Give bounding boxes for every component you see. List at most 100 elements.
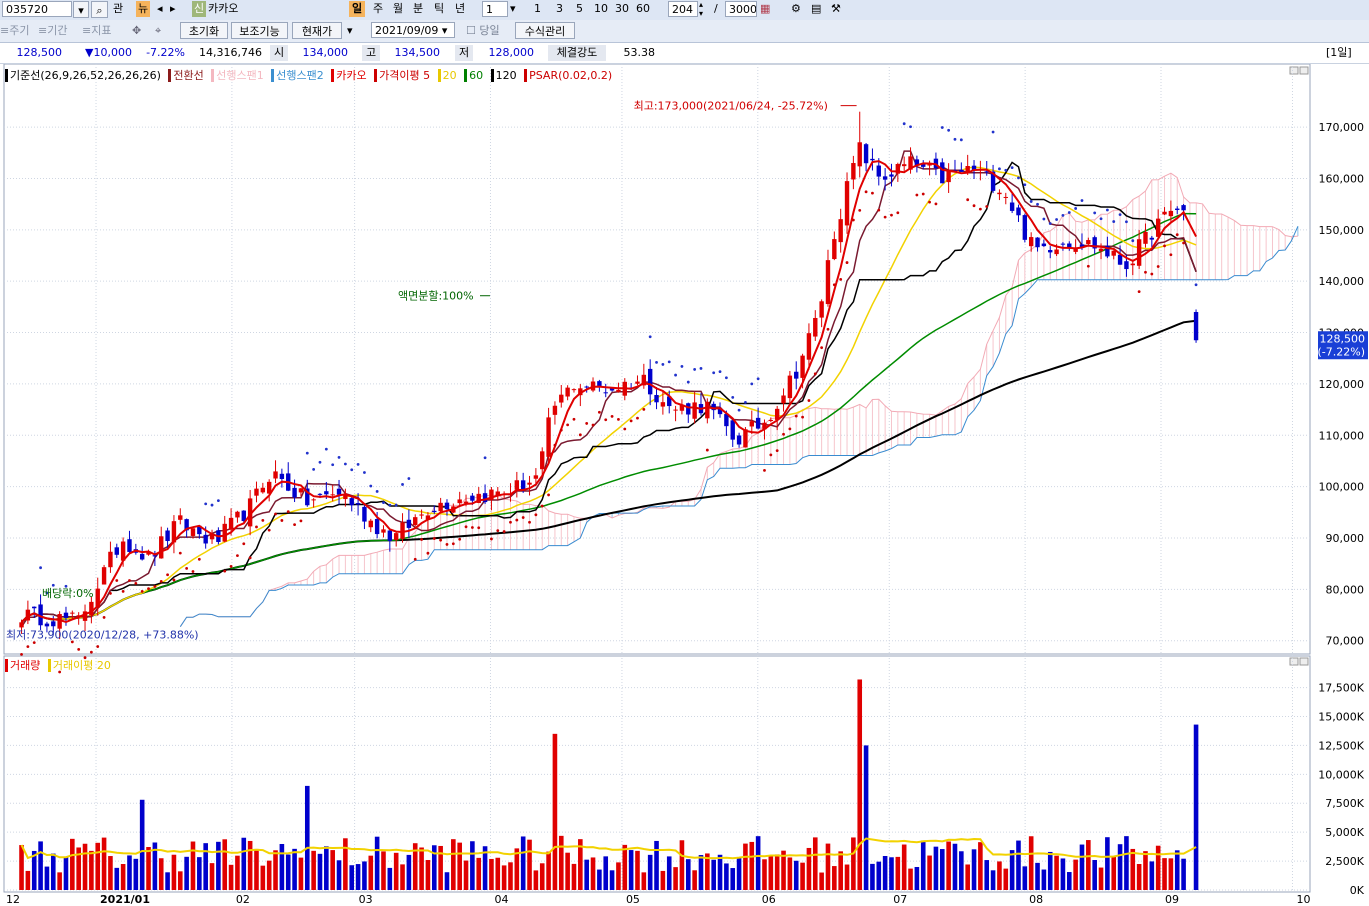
- legend-span1: 선행스팬1: [211, 69, 264, 82]
- candle-body: [527, 482, 532, 485]
- open-price: 134,000: [302, 46, 349, 59]
- tools-icon[interactable]: ⚒: [831, 1, 841, 17]
- psar-dot: [318, 460, 322, 464]
- candle-body: [355, 503, 361, 505]
- period-year-tab[interactable]: 년: [455, 1, 465, 17]
- stock-chart[interactable]: 70,000 80,000 90,000 100,000 110,000 120,000 1…: [0, 64, 1369, 906]
- grid-icon[interactable]: ▦: [760, 1, 770, 17]
- price-mode-select[interactable]: 현재가: [292, 22, 342, 39]
- period-minute-tab[interactable]: 분: [413, 1, 423, 17]
- candle-body: [673, 409, 678, 411]
- candle-body: [368, 520, 373, 528]
- psar-dot: [236, 554, 239, 558]
- legend-ma5: 가격이평 5: [374, 69, 431, 82]
- psar-dot: [705, 448, 709, 452]
- interval-10-button[interactable]: 10: [594, 1, 608, 17]
- watch-button[interactable]: 관: [113, 1, 123, 17]
- date-tick-label: 03: [359, 893, 373, 906]
- psar-dot: [794, 414, 798, 418]
- candle-body: [546, 417, 551, 457]
- candle-body: [63, 612, 69, 618]
- volume-bar: [736, 857, 742, 890]
- legend-tenkan: 전환선: [168, 69, 204, 82]
- print-icon[interactable]: ▤: [811, 1, 821, 17]
- price-tick-label: 160,000: [1319, 172, 1365, 185]
- volume-bar: [1003, 868, 1009, 890]
- stock-code-input[interactable]: 035720: [2, 1, 72, 17]
- interval-input[interactable]: 1: [482, 1, 508, 17]
- volume-legend: 거래량 거래이평 20: [5, 657, 115, 673]
- volume-bar: [209, 863, 215, 890]
- search-icon[interactable]: ⌕: [91, 1, 108, 18]
- stock-name: 카카오: [208, 2, 239, 15]
- settings-icon[interactable]: ⚙: [791, 1, 801, 17]
- psar-dot: [744, 400, 747, 404]
- reset-button[interactable]: 초기화: [180, 22, 228, 39]
- news-button[interactable]: 뉴: [136, 1, 151, 17]
- interval-30-button[interactable]: 30: [615, 1, 629, 17]
- candle-body: [51, 621, 56, 627]
- legend-span2: 선행스팬2: [271, 69, 324, 82]
- price-tick-label: 80,000: [1326, 583, 1365, 596]
- candle-body: [863, 144, 869, 164]
- volume-bar: [565, 852, 570, 890]
- period-day-tab[interactable]: 일: [349, 1, 366, 17]
- psar-dot: [921, 192, 925, 196]
- volume-bar: [698, 855, 704, 890]
- total-count-input[interactable]: 3000: [725, 1, 757, 17]
- psar-dot: [102, 616, 106, 619]
- interval-dropdown-icon[interactable]: ▾: [510, 1, 516, 17]
- code-dropdown-icon[interactable]: ▾: [73, 1, 89, 18]
- volume-bar: [247, 840, 253, 890]
- volume-tick-label: 0K: [1350, 884, 1365, 897]
- volume-bar: [876, 861, 882, 890]
- prev-stock-icon[interactable]: ◂: [157, 1, 163, 17]
- volume-bar: [654, 840, 659, 890]
- volume-bar: [527, 839, 532, 890]
- candle-body: [1124, 261, 1129, 270]
- sub-toolbar: ≡주기 ≡기간 ≡지표 ✥ ⌖ 초기화 보조기능 현재가 ▾ 2021/09/0…: [0, 20, 1369, 43]
- psar-dot: [972, 204, 976, 208]
- tab-period[interactable]: ≡주기: [0, 23, 29, 39]
- psar-dot: [299, 519, 303, 523]
- high-annotation: 최고:173,000(2021/06/24, -25.72%): [634, 100, 828, 113]
- period-week-tab[interactable]: 주: [373, 1, 383, 17]
- volume-bar: [362, 861, 367, 890]
- candle-body: [438, 502, 443, 512]
- price-mode-dropdown-icon[interactable]: ▾: [347, 23, 353, 39]
- interval-5-button[interactable]: 5: [576, 1, 583, 17]
- psar-dot: [572, 417, 576, 421]
- aux-function-button[interactable]: 보조기능: [231, 22, 288, 39]
- psar-dot: [756, 377, 760, 381]
- count-spinner-icon[interactable]: ▴ ▾: [699, 0, 703, 18]
- tab-range[interactable]: ≡기간: [38, 23, 67, 39]
- volume-bar: [120, 864, 126, 890]
- period-month-tab[interactable]: 월: [393, 1, 403, 17]
- psar-dot: [788, 427, 792, 431]
- move-icon[interactable]: ✥: [132, 23, 141, 39]
- psar-dot: [947, 128, 951, 132]
- interval-60-button[interactable]: 60: [636, 1, 650, 17]
- formula-manage-button[interactable]: 수식관리: [515, 22, 575, 39]
- next-stock-icon[interactable]: ▸: [170, 1, 176, 17]
- period-tick-tab[interactable]: 틱: [434, 1, 444, 17]
- volume-bar: [470, 841, 475, 890]
- date-input[interactable]: 2021/09/09 ▾: [371, 22, 455, 38]
- crosshair-icon[interactable]: ⌖: [155, 23, 161, 39]
- volume-bar: [1066, 872, 1072, 890]
- interval-1-button[interactable]: 1: [534, 1, 541, 17]
- volume-bar: [260, 865, 266, 890]
- interval-3-button[interactable]: 3: [556, 1, 563, 17]
- open-label: 시: [270, 45, 288, 61]
- tab-indicator[interactable]: ≡지표: [82, 23, 111, 39]
- candle-body: [736, 435, 742, 445]
- today-checkbox[interactable]: ☐ 당일: [466, 23, 500, 39]
- volume-bar: [1060, 858, 1066, 890]
- psar-dot: [426, 551, 430, 555]
- candle-body: [705, 401, 710, 419]
- psar-dot: [553, 443, 557, 447]
- count-input[interactable]: 204: [668, 1, 698, 17]
- psar-dot: [909, 125, 912, 129]
- volume-bar: [304, 785, 310, 890]
- psar-dot: [515, 518, 519, 522]
